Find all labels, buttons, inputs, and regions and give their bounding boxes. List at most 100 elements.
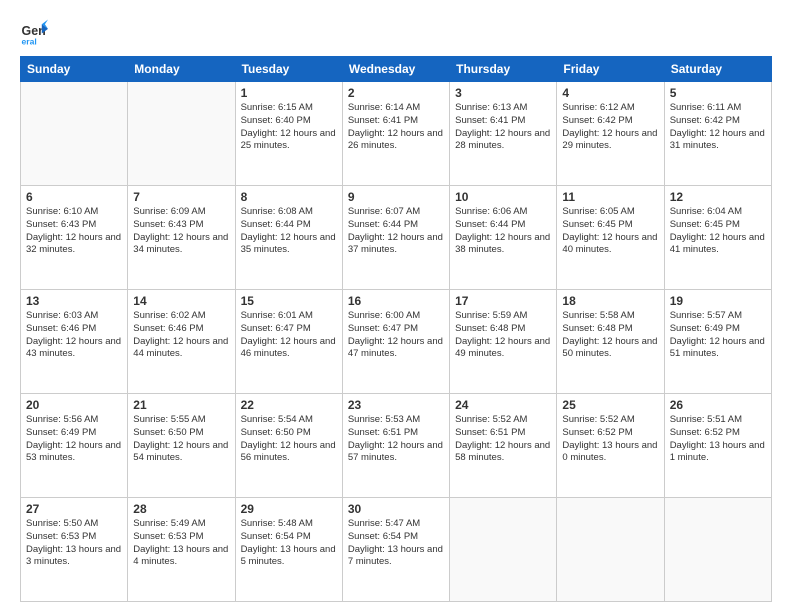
weekday-header-monday: Monday (128, 57, 235, 82)
day-number: 13 (26, 294, 122, 308)
day-number: 20 (26, 398, 122, 412)
calendar-cell (21, 82, 128, 186)
day-info: Sunrise: 6:11 AM Sunset: 6:42 PM Dayligh… (670, 102, 766, 153)
day-info: Sunrise: 5:50 AM Sunset: 6:53 PM Dayligh… (26, 518, 122, 569)
calendar-cell: 24 Sunrise: 5:52 AM Sunset: 6:51 PM Dayli… (450, 394, 557, 498)
calendar-cell (557, 498, 664, 602)
calendar-cell: 25 Sunrise: 5:52 AM Sunset: 6:52 PM Dayli… (557, 394, 664, 498)
calendar-cell: 14Sunrise: 6:02 AM Sunset: 6:46 PM Dayli… (128, 290, 235, 394)
day-number: 16 (348, 294, 444, 308)
calendar-cell: 3Sunrise: 6:13 AM Sunset: 6:41 PM Daylig… (450, 82, 557, 186)
calendar-week-1: 1Sunrise: 6:15 AM Sunset: 6:40 PM Daylig… (21, 82, 772, 186)
day-number: 8 (241, 190, 337, 204)
day-info: Sunrise: 5:47 AM Sunset: 6:54 PM Dayligh… (348, 518, 444, 569)
calendar-cell: 22 Sunrise: 5:54 AM Sunset: 6:50 PM Dayli… (235, 394, 342, 498)
day-info: Sunrise: 5:52 AM Sunset: 6:51 PM Dayligh… (455, 414, 551, 465)
day-number: 14 (133, 294, 229, 308)
day-number: 25 (562, 398, 658, 412)
calendar-cell: 2 Sunrise: 6:14 AM Sunset: 6:41 PM Daylig… (342, 82, 449, 186)
day-info: Sunrise: 5:49 AM Sunset: 6:53 PM Dayligh… (133, 518, 229, 569)
day-info: Sunrise: 6:13 AM Sunset: 6:41 PM Dayligh… (455, 102, 551, 153)
calendar-cell: 17Sunrise: 5:59 AM Sunset: 6:48 PM Dayli… (450, 290, 557, 394)
day-info: Sunrise: 5:56 AM Sunset: 6:49 PM Dayligh… (26, 414, 122, 465)
calendar-cell: 15 Sunrise: 6:01 AM Sunset: 6:47 PM Dayli… (235, 290, 342, 394)
calendar-cell: 30 Sunrise: 5:47 AM Sunset: 6:54 PM Dayli… (342, 498, 449, 602)
calendar-cell (664, 498, 771, 602)
day-number: 9 (348, 190, 444, 204)
calendar-cell: 6 Sunrise: 6:10 AM Sunset: 6:43 PM Daylig… (21, 186, 128, 290)
day-info: Sunrise: 6:07 AM Sunset: 6:44 PM Dayligh… (348, 206, 444, 257)
day-info: Sunrise: 5:53 AM Sunset: 6:51 PM Dayligh… (348, 414, 444, 465)
calendar-cell: 27Sunrise: 5:50 AM Sunset: 6:53 PM Dayli… (21, 498, 128, 602)
day-info: Sunrise: 6:04 AM Sunset: 6:45 PM Dayligh… (670, 206, 766, 257)
calendar-week-2: 6 Sunrise: 6:10 AM Sunset: 6:43 PM Daylig… (21, 186, 772, 290)
calendar-cell: 10Sunrise: 6:06 AM Sunset: 6:44 PM Dayli… (450, 186, 557, 290)
day-info: Sunrise: 6:03 AM Sunset: 6:46 PM Dayligh… (26, 310, 122, 361)
day-number: 29 (241, 502, 337, 516)
calendar-cell: 20 Sunrise: 5:56 AM Sunset: 6:49 PM Dayli… (21, 394, 128, 498)
calendar-cell: 7Sunrise: 6:09 AM Sunset: 6:43 PM Daylig… (128, 186, 235, 290)
day-info: Sunrise: 5:51 AM Sunset: 6:52 PM Dayligh… (670, 414, 766, 465)
day-info: Sunrise: 5:58 AM Sunset: 6:48 PM Dayligh… (562, 310, 658, 361)
day-info: Sunrise: 6:09 AM Sunset: 6:43 PM Dayligh… (133, 206, 229, 257)
day-info: Sunrise: 6:15 AM Sunset: 6:40 PM Dayligh… (241, 102, 337, 153)
logo-icon: Gen eral (20, 18, 48, 46)
day-info: Sunrise: 6:08 AM Sunset: 6:44 PM Dayligh… (241, 206, 337, 257)
day-info: Sunrise: 6:01 AM Sunset: 6:47 PM Dayligh… (241, 310, 337, 361)
day-info: Sunrise: 5:48 AM Sunset: 6:54 PM Dayligh… (241, 518, 337, 569)
calendar-table: SundayMondayTuesdayWednesdayThursdayFrid… (20, 56, 772, 602)
calendar-cell: 1Sunrise: 6:15 AM Sunset: 6:40 PM Daylig… (235, 82, 342, 186)
logo: Gen eral (20, 18, 54, 46)
day-number: 11 (562, 190, 658, 204)
day-number: 23 (348, 398, 444, 412)
day-number: 24 (455, 398, 551, 412)
day-info: Sunrise: 5:52 AM Sunset: 6:52 PM Dayligh… (562, 414, 658, 465)
calendar-week-5: 27Sunrise: 5:50 AM Sunset: 6:53 PM Dayli… (21, 498, 772, 602)
day-number: 12 (670, 190, 766, 204)
calendar-cell: 8 Sunrise: 6:08 AM Sunset: 6:44 PM Daylig… (235, 186, 342, 290)
calendar-cell: 21Sunrise: 5:55 AM Sunset: 6:50 PM Dayli… (128, 394, 235, 498)
day-number: 22 (241, 398, 337, 412)
calendar-cell: 5 Sunrise: 6:11 AM Sunset: 6:42 PM Daylig… (664, 82, 771, 186)
calendar-week-3: 13 Sunrise: 6:03 AM Sunset: 6:46 PM Dayli… (21, 290, 772, 394)
calendar-cell: 26 Sunrise: 5:51 AM Sunset: 6:52 PM Dayli… (664, 394, 771, 498)
calendar-cell: 11 Sunrise: 6:05 AM Sunset: 6:45 PM Dayli… (557, 186, 664, 290)
day-info: Sunrise: 6:05 AM Sunset: 6:45 PM Dayligh… (562, 206, 658, 257)
calendar-cell (450, 498, 557, 602)
day-info: Sunrise: 6:14 AM Sunset: 6:41 PM Dayligh… (348, 102, 444, 153)
day-number: 30 (348, 502, 444, 516)
weekday-header-tuesday: Tuesday (235, 57, 342, 82)
day-info: Sunrise: 5:57 AM Sunset: 6:49 PM Dayligh… (670, 310, 766, 361)
day-number: 26 (670, 398, 766, 412)
day-info: Sunrise: 6:00 AM Sunset: 6:47 PM Dayligh… (348, 310, 444, 361)
day-number: 15 (241, 294, 337, 308)
weekday-header-row: SundayMondayTuesdayWednesdayThursdayFrid… (21, 57, 772, 82)
day-number: 28 (133, 502, 229, 516)
day-number: 21 (133, 398, 229, 412)
day-number: 19 (670, 294, 766, 308)
calendar-cell: 13 Sunrise: 6:03 AM Sunset: 6:46 PM Dayli… (21, 290, 128, 394)
weekday-header-saturday: Saturday (664, 57, 771, 82)
weekday-header-wednesday: Wednesday (342, 57, 449, 82)
calendar-cell: 12 Sunrise: 6:04 AM Sunset: 6:45 PM Dayli… (664, 186, 771, 290)
day-number: 6 (26, 190, 122, 204)
day-number: 5 (670, 86, 766, 100)
calendar-cell: 18Sunrise: 5:58 AM Sunset: 6:48 PM Dayli… (557, 290, 664, 394)
calendar-cell: 29 Sunrise: 5:48 AM Sunset: 6:54 PM Dayli… (235, 498, 342, 602)
weekday-header-sunday: Sunday (21, 57, 128, 82)
day-number: 2 (348, 86, 444, 100)
day-info: Sunrise: 5:59 AM Sunset: 6:48 PM Dayligh… (455, 310, 551, 361)
calendar-cell: 4Sunrise: 6:12 AM Sunset: 6:42 PM Daylig… (557, 82, 664, 186)
calendar-cell (128, 82, 235, 186)
day-info: Sunrise: 5:54 AM Sunset: 6:50 PM Dayligh… (241, 414, 337, 465)
calendar-week-4: 20 Sunrise: 5:56 AM Sunset: 6:49 PM Dayli… (21, 394, 772, 498)
calendar-cell: 28 Sunrise: 5:49 AM Sunset: 6:53 PM Dayli… (128, 498, 235, 602)
calendar-cell: 19 Sunrise: 5:57 AM Sunset: 6:49 PM Dayli… (664, 290, 771, 394)
weekday-header-thursday: Thursday (450, 57, 557, 82)
weekday-header-friday: Friday (557, 57, 664, 82)
day-info: Sunrise: 6:10 AM Sunset: 6:43 PM Dayligh… (26, 206, 122, 257)
day-info: Sunrise: 6:12 AM Sunset: 6:42 PM Dayligh… (562, 102, 658, 153)
page-header: Gen eral (20, 18, 772, 46)
day-number: 10 (455, 190, 551, 204)
calendar-cell: 23 Sunrise: 5:53 AM Sunset: 6:51 PM Dayli… (342, 394, 449, 498)
